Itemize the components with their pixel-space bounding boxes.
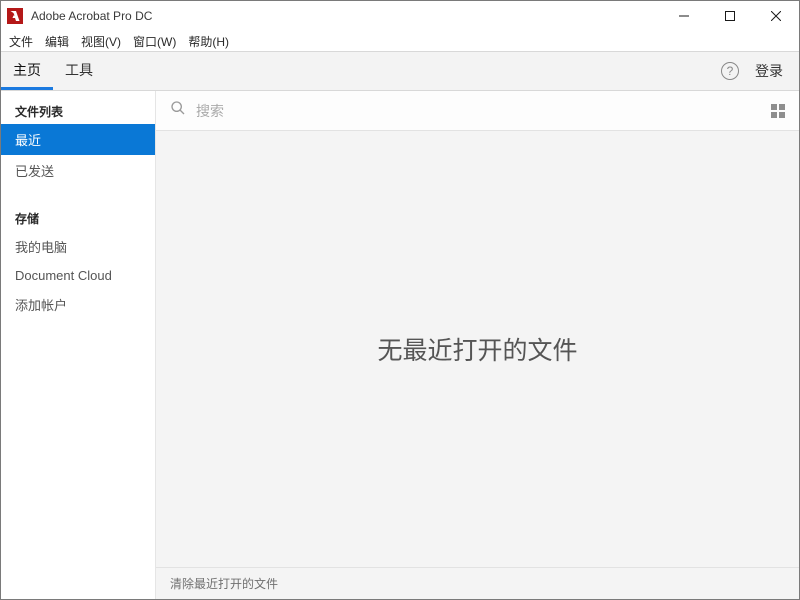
sidebar-item-recent[interactable]: 最近 — [1, 124, 155, 155]
clear-recent-link[interactable]: 清除最近打开的文件 — [170, 575, 278, 592]
body: 文件列表 最近 已发送 存储 我的电脑 Document Cloud 添加帐户 … — [1, 91, 799, 599]
app-icon — [7, 8, 23, 24]
titlebar: Adobe Acrobat Pro DC — [1, 1, 799, 31]
menu-window[interactable]: 窗口(W) — [133, 33, 176, 50]
menu-edit[interactable]: 编辑 — [45, 33, 69, 50]
menubar: 文件 编辑 视图(V) 窗口(W) 帮助(H) — [1, 31, 799, 51]
sidebar-item-my-computer[interactable]: 我的电脑 — [1, 231, 155, 262]
menu-help[interactable]: 帮助(H) — [188, 33, 229, 50]
tab-tools[interactable]: 工具 — [53, 52, 105, 90]
close-button[interactable] — [753, 1, 799, 31]
minimize-button[interactable] — [661, 1, 707, 31]
empty-state-message: 无最近打开的文件 — [377, 331, 577, 367]
search-input[interactable] — [196, 103, 761, 119]
menu-view[interactable]: 视图(V) — [81, 33, 121, 50]
footer-bar: 清除最近打开的文件 — [156, 567, 799, 599]
search-bar — [156, 91, 799, 131]
search-icon — [170, 100, 186, 121]
help-icon[interactable]: ? — [721, 62, 739, 80]
menu-file[interactable]: 文件 — [9, 33, 33, 50]
sidebar-item-add-account[interactable]: 添加帐户 — [1, 289, 155, 320]
toolbar: 主页 工具 ? 登录 — [1, 51, 799, 91]
sidebar-item-document-cloud[interactable]: Document Cloud — [1, 262, 155, 289]
main-panel: 无最近打开的文件 清除最近打开的文件 — [156, 91, 799, 599]
sidebar-section-storage: 存储 — [1, 198, 155, 231]
app-window: Adobe Acrobat Pro DC 文件 编辑 视图(V) 窗口(W) 帮… — [0, 0, 800, 600]
view-grid-icon[interactable] — [771, 104, 785, 118]
login-button[interactable]: 登录 — [755, 61, 783, 81]
sidebar: 文件列表 最近 已发送 存储 我的电脑 Document Cloud 添加帐户 — [1, 91, 156, 599]
maximize-button[interactable] — [707, 1, 753, 31]
sidebar-section-files: 文件列表 — [1, 91, 155, 124]
tab-home[interactable]: 主页 — [1, 52, 53, 90]
content-area: 无最近打开的文件 — [156, 131, 799, 567]
window-title: Adobe Acrobat Pro DC — [31, 9, 152, 23]
window-controls — [661, 1, 799, 31]
sidebar-item-sent[interactable]: 已发送 — [1, 155, 155, 186]
